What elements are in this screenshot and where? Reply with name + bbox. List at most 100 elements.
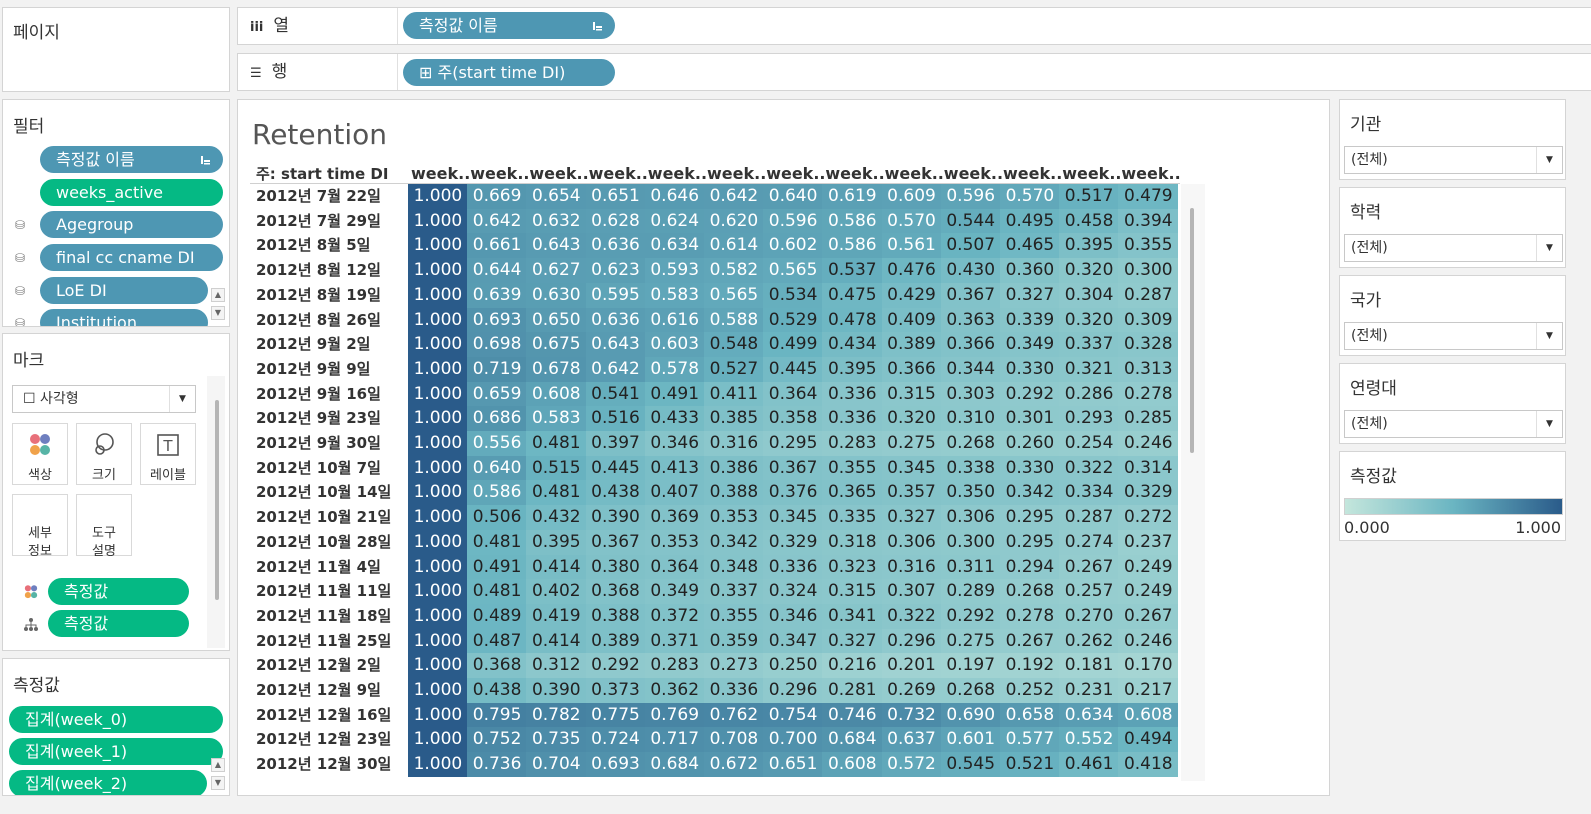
- heatmap-cell[interactable]: 1.000: [408, 381, 468, 407]
- heatmap-cell[interactable]: 0.609: [881, 184, 942, 210]
- heatmap-cell[interactable]: 0.494: [1118, 727, 1179, 753]
- heatmap-cell[interactable]: 1.000: [408, 505, 468, 531]
- heatmap-cell[interactable]: 0.349: [1000, 332, 1060, 358]
- heatmap-cell[interactable]: 0.287: [1118, 282, 1179, 308]
- heatmap-cell[interactable]: 0.286: [1059, 381, 1119, 407]
- heatmap-cell[interactable]: 1.000: [408, 554, 468, 580]
- heatmap-cell[interactable]: 0.246: [1118, 431, 1179, 457]
- heatmap-cell[interactable]: 0.515: [526, 455, 587, 481]
- heatmap-cell[interactable]: 0.345: [881, 455, 942, 481]
- heatmap-cell[interactable]: 0.636: [585, 233, 646, 259]
- heatmap-cell[interactable]: 0.623: [585, 258, 646, 284]
- heatmap-cell[interactable]: 0.268: [940, 431, 1001, 457]
- heatmap-cell[interactable]: 0.608: [526, 381, 587, 407]
- heatmap-cell[interactable]: 0.570: [881, 208, 942, 234]
- heatmap-cell[interactable]: 0.642: [585, 356, 646, 382]
- heatmap-cell[interactable]: 0.170: [1118, 653, 1179, 679]
- heatmap-cell[interactable]: 0.268: [940, 678, 1001, 704]
- heatmap-cell[interactable]: 0.465: [1000, 233, 1060, 259]
- heatmap-cell[interactable]: 0.719: [467, 356, 527, 382]
- heatmap-cell[interactable]: 0.337: [1059, 332, 1119, 358]
- heatmap-cell[interactable]: 0.363: [940, 307, 1001, 333]
- heatmap-cell[interactable]: 0.593: [644, 258, 705, 284]
- heatmap-cell[interactable]: 0.642: [704, 184, 764, 210]
- heatmap-cell[interactable]: 0.620: [704, 208, 764, 234]
- heatmap-cell[interactable]: 0.320: [1059, 307, 1119, 333]
- heatmap-cell[interactable]: 0.534: [763, 282, 823, 308]
- heatmap-cell[interactable]: 1.000: [408, 307, 468, 333]
- heatmap-cell[interactable]: 0.397: [585, 431, 646, 457]
- heatmap-cell[interactable]: 0.275: [940, 628, 1001, 654]
- heatmap-cell[interactable]: 0.267: [1000, 628, 1060, 654]
- heatmap-cell[interactable]: 0.527: [704, 356, 764, 382]
- heatmap-cell[interactable]: 1.000: [408, 727, 468, 753]
- heatmap-cell[interactable]: 0.293: [1059, 406, 1119, 432]
- heatmap-cell[interactable]: 0.292: [585, 653, 646, 679]
- heatmap-cell[interactable]: 0.342: [704, 529, 764, 555]
- heatmap-cell[interactable]: 0.669: [467, 184, 527, 210]
- heatmap-cell[interactable]: 0.429: [881, 282, 942, 308]
- heatmap-cell[interactable]: 0.438: [585, 480, 646, 506]
- heatmap-cell[interactable]: 0.395: [1059, 233, 1119, 259]
- heatmap-cell[interactable]: 0.693: [467, 307, 527, 333]
- heatmap-cell[interactable]: 0.327: [822, 628, 883, 654]
- heatmap-cell[interactable]: 0.337: [704, 579, 764, 605]
- heatmap-cell[interactable]: 0.315: [881, 381, 942, 407]
- heatmap-cell[interactable]: 0.366: [940, 332, 1001, 358]
- heatmap-cell[interactable]: 0.390: [526, 678, 587, 704]
- heatmap-cell[interactable]: 0.296: [763, 678, 823, 704]
- heatmap-cell[interactable]: 0.292: [940, 603, 1001, 629]
- heatmap-cell[interactable]: 0.306: [881, 529, 942, 555]
- heatmap-cell[interactable]: 0.322: [1059, 455, 1119, 481]
- heatmap-cell[interactable]: 0.249: [1118, 554, 1179, 580]
- heatmap-cell[interactable]: 0.640: [467, 455, 527, 481]
- heatmap-cell[interactable]: 0.275: [881, 431, 942, 457]
- heatmap-cell[interactable]: 0.388: [585, 603, 646, 629]
- heatmap-cell[interactable]: 0.478: [822, 307, 883, 333]
- heatmap-cell[interactable]: 0.274: [1059, 529, 1119, 555]
- heatmap-cell[interactable]: 0.252: [1000, 678, 1060, 704]
- heatmap-cell[interactable]: 0.283: [822, 431, 883, 457]
- heatmap-cell[interactable]: 0.372: [644, 603, 705, 629]
- heatmap-cell[interactable]: 0.746: [822, 702, 883, 728]
- heatmap-cell[interactable]: 0.231: [1059, 678, 1119, 704]
- heatmap-cell[interactable]: 0.624: [644, 208, 705, 234]
- heatmap-cell[interactable]: 0.619: [822, 184, 883, 210]
- heatmap-cell[interactable]: 0.217: [1118, 678, 1179, 704]
- heatmap-cell[interactable]: 0.181: [1059, 653, 1119, 679]
- heatmap-cell[interactable]: 0.752: [467, 727, 527, 753]
- country-dropdown[interactable]: (전체) ▼: [1344, 322, 1563, 350]
- heatmap-cell[interactable]: 0.409: [881, 307, 942, 333]
- heatmap-cell[interactable]: 0.324: [763, 579, 823, 605]
- heatmap-cell[interactable]: 0.306: [940, 505, 1001, 531]
- heatmap-cell[interactable]: 1.000: [408, 233, 468, 259]
- heatmap-cell[interactable]: 0.556: [467, 431, 527, 457]
- heatmap-cell[interactable]: 0.754: [763, 702, 823, 728]
- heatmap-cell[interactable]: 0.278: [1118, 381, 1179, 407]
- heatmap-cell[interactable]: 0.295: [1000, 505, 1060, 531]
- heatmap-cell[interactable]: 0.588: [704, 307, 764, 333]
- heatmap-cell[interactable]: 0.257: [1059, 579, 1119, 605]
- heatmap-cell[interactable]: 0.320: [1059, 258, 1119, 284]
- heatmap-cell[interactable]: 0.389: [881, 332, 942, 358]
- heatmap-cell[interactable]: 0.650: [526, 307, 587, 333]
- heatmap-cell[interactable]: 0.367: [940, 282, 1001, 308]
- heatmap-cell[interactable]: 1.000: [408, 431, 468, 457]
- heatmap-cell[interactable]: 0.348: [704, 554, 764, 580]
- heatmap-cell[interactable]: 0.675: [526, 332, 587, 358]
- heatmap-cell[interactable]: 0.476: [881, 258, 942, 284]
- heatmap-cell[interactable]: 0.583: [644, 282, 705, 308]
- heatmap-cell[interactable]: 0.316: [881, 554, 942, 580]
- heatmap-cell[interactable]: 0.347: [763, 628, 823, 654]
- heatmap-cell[interactable]: 0.316: [704, 431, 764, 457]
- heatmap-cell[interactable]: 0.704: [526, 752, 587, 778]
- heatmap-cell[interactable]: 0.314: [1118, 455, 1179, 481]
- heatmap-cell[interactable]: 0.658: [1000, 702, 1060, 728]
- heatmap-cell[interactable]: 0.269: [881, 678, 942, 704]
- heatmap-cell[interactable]: 0.313: [1118, 356, 1179, 382]
- heatmap-cell[interactable]: 0.368: [585, 579, 646, 605]
- heatmap-cell[interactable]: 0.627: [526, 258, 587, 284]
- heatmap-cell[interactable]: 0.481: [526, 431, 587, 457]
- heatmap-cell[interactable]: 0.461: [1059, 752, 1119, 778]
- heatmap-cell[interactable]: 1.000: [408, 208, 468, 234]
